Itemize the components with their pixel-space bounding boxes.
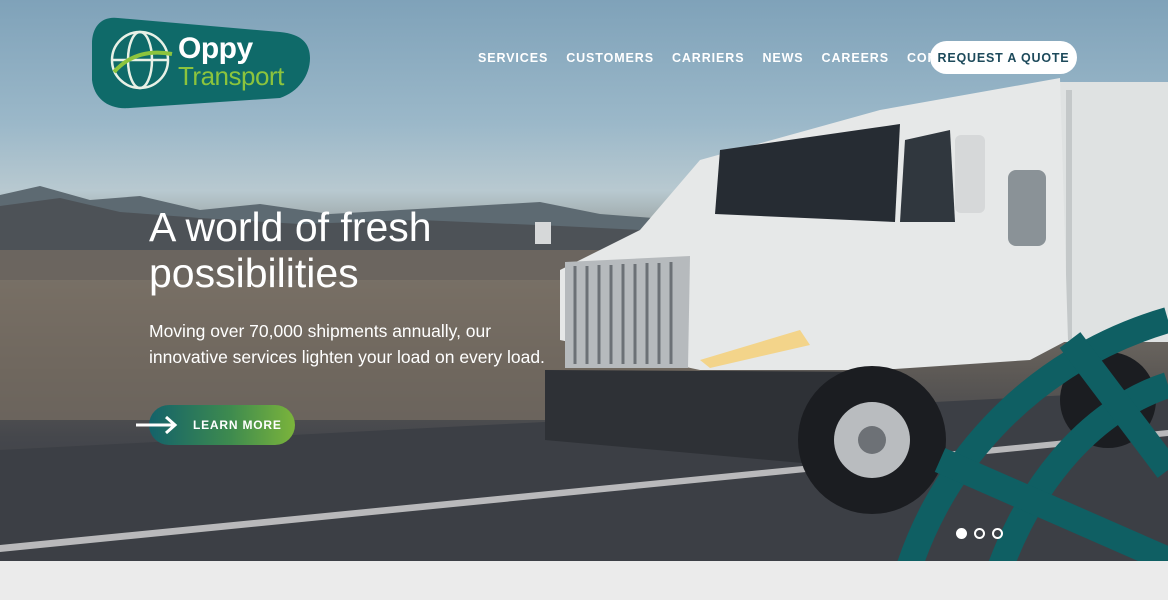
learn-more-label[interactable]: LEARN MORE: [193, 418, 282, 432]
main-nav: SERVICES CUSTOMERS CARRIERS NEWS CAREERS…: [478, 51, 991, 65]
logo-wordmark-oppy[interactable]: Oppy: [178, 34, 253, 64]
hero-headline-line-2: possibilities: [149, 250, 359, 296]
arrow-right-icon: [136, 415, 178, 435]
nav-item-news[interactable]: NEWS: [762, 51, 803, 65]
carousel-dot-2[interactable]: [974, 528, 985, 539]
hero-subtext-line-1: Moving over 70,000 shipments annually, o…: [149, 321, 492, 341]
carousel-dot-3[interactable]: [992, 528, 1003, 539]
nav-item-carriers[interactable]: CARRIERS: [672, 51, 744, 65]
nav-item-services[interactable]: SERVICES: [478, 51, 548, 65]
hero-headline-line-1: A world of fresh: [149, 204, 432, 250]
nav-item-careers[interactable]: CAREERS: [822, 51, 889, 65]
request-quote-button[interactable]: REQUEST A QUOTE: [930, 41, 1077, 74]
nav-item-customers[interactable]: CUSTOMERS: [566, 51, 654, 65]
content-section-top: [0, 561, 1168, 600]
hero-headline: A world of fresh possibilities: [149, 204, 569, 296]
globe-graphic: [897, 307, 1168, 561]
logo-wordmark-transport[interactable]: Transport: [178, 63, 284, 89]
carousel-indicators: [956, 528, 1003, 539]
hero-subtext: Moving over 70,000 shipments annually, o…: [149, 318, 569, 370]
carousel-dot-1[interactable]: [956, 528, 967, 539]
hero-subtext-line-2: innovative services lighten your load on…: [149, 347, 545, 367]
